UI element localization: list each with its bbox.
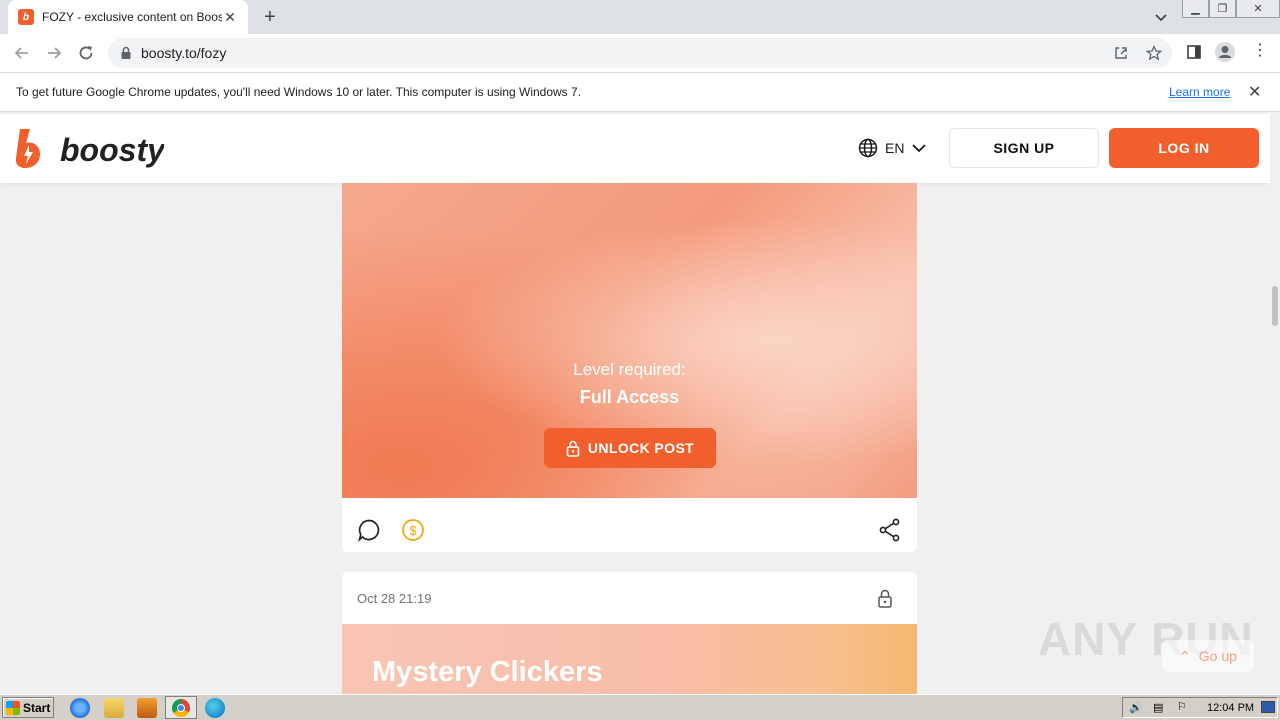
windows-taskbar: Start 🔊 ▤ ⚐ 12:04 PM [0, 694, 1280, 720]
back-arrow-icon[interactable] [12, 43, 32, 63]
edge-icon[interactable] [205, 698, 225, 718]
tab-search-chevron-icon[interactable] [1152, 8, 1170, 26]
action-center-flag-icon[interactable]: ⚐ [1177, 700, 1187, 713]
language-code: EN [885, 140, 905, 156]
reload-icon[interactable] [76, 43, 96, 63]
infobar-close-icon[interactable]: ✕ [1248, 82, 1261, 102]
page-scrollbar[interactable] [1270, 114, 1280, 694]
learn-more-link[interactable]: Learn more [1169, 85, 1230, 99]
svg-text:$: $ [409, 523, 417, 538]
language-selector[interactable]: EN [858, 138, 927, 158]
go-up-button[interactable]: ⌃ Go up [1162, 640, 1254, 672]
post-actions-bar: $ [342, 498, 917, 552]
scrollbar-thumb[interactable] [1272, 286, 1278, 326]
chevron-down-icon [912, 144, 927, 153]
chevron-up-icon: ⌃ [1179, 647, 1191, 664]
sign-up-button[interactable]: SIGN UP [949, 128, 1099, 168]
share-page-icon[interactable] [1113, 45, 1129, 61]
new-tab-plus-icon[interactable]: + [258, 6, 282, 28]
update-infobar: To get future Google Chrome updates, you… [0, 72, 1280, 112]
volume-icon[interactable]: 🔊 [1129, 701, 1143, 714]
site-header: boosty EN SIGN UP LOG IN [0, 114, 1270, 183]
profile-avatar-icon[interactable] [1214, 41, 1236, 63]
minimize-icon[interactable]: ▁ [1182, 0, 1209, 18]
start-button[interactable]: Start [2, 697, 54, 718]
boosty-logo-icon: boosty [15, 129, 167, 168]
tab-strip: b FOZY - exclusive content on Boosty ✕ +… [0, 0, 1280, 34]
media-player-icon[interactable] [137, 698, 157, 718]
unlock-post-button[interactable]: UNLOCK POST [544, 428, 716, 468]
unlock-post-label: UNLOCK POST [587, 440, 695, 456]
donate-coin-icon[interactable]: $ [401, 518, 425, 542]
globe-icon [858, 138, 878, 158]
lock-icon [566, 440, 580, 457]
file-explorer-icon[interactable] [104, 698, 124, 718]
bookmark-star-icon[interactable] [1146, 45, 1162, 61]
start-label: Start [23, 700, 51, 715]
show-desktop-icon[interactable] [1261, 701, 1275, 713]
boosty-logo[interactable]: boosty [14, 127, 167, 171]
chrome-icon [172, 699, 190, 717]
log-in-button[interactable]: LOG IN [1109, 128, 1259, 168]
boosty-favicon-icon: b [18, 9, 34, 25]
taskbar-clock[interactable]: 12:04 PM [1207, 702, 1254, 714]
window-controls: ▁ ❐ ✕ [1182, 0, 1280, 18]
browser-toolbar: boosty.to/fozy ⋮ [0, 34, 1280, 72]
comment-icon[interactable] [357, 518, 381, 542]
network-icon[interactable]: ▤ [1153, 701, 1163, 714]
secure-lock-icon[interactable] [120, 46, 132, 60]
tab-close-icon[interactable]: ✕ [222, 9, 238, 25]
chrome-taskbar-button[interactable] [165, 696, 197, 719]
window-close-icon[interactable]: ✕ [1236, 0, 1280, 18]
internet-explorer-icon[interactable] [70, 698, 90, 718]
locked-post-lock-icon [878, 589, 892, 608]
go-up-label: Go up [1198, 648, 1237, 664]
level-name: Full Access [579, 387, 680, 407]
browser-tab[interactable]: b FOZY - exclusive content on Boosty ✕ [8, 0, 248, 34]
post-date: Oct 28 21:19 [357, 591, 432, 606]
brand-wordmark: boosty [60, 132, 164, 168]
url-text: boosty.to/fozy [141, 45, 227, 61]
infobar-message: To get future Google Chrome updates, you… [16, 85, 582, 99]
chrome-menu-icon[interactable]: ⋮ [1252, 43, 1268, 59]
system-tray: 🔊 ▤ ⚐ 12:04 PM [1122, 697, 1278, 718]
post-card: Oct 28 21:19 Mystery Clickers [342, 572, 917, 702]
share-icon[interactable] [879, 518, 901, 542]
locked-post-media: Level required: Full Access UNLOCK POST [342, 183, 917, 498]
post-cover-media: Mystery Clickers [342, 624, 917, 702]
address-bar[interactable]: boosty.to/fozy [108, 38, 1172, 68]
windows-logo-icon [6, 700, 20, 715]
restore-icon[interactable]: ❐ [1209, 0, 1236, 18]
post-title[interactable]: Mystery Clickers [372, 656, 603, 689]
level-required-label: Level required: [573, 360, 686, 379]
tab-title: FOZY - exclusive content on Boosty [42, 10, 222, 24]
side-panel-icon[interactable] [1186, 44, 1202, 60]
forward-arrow-icon[interactable] [44, 43, 64, 63]
